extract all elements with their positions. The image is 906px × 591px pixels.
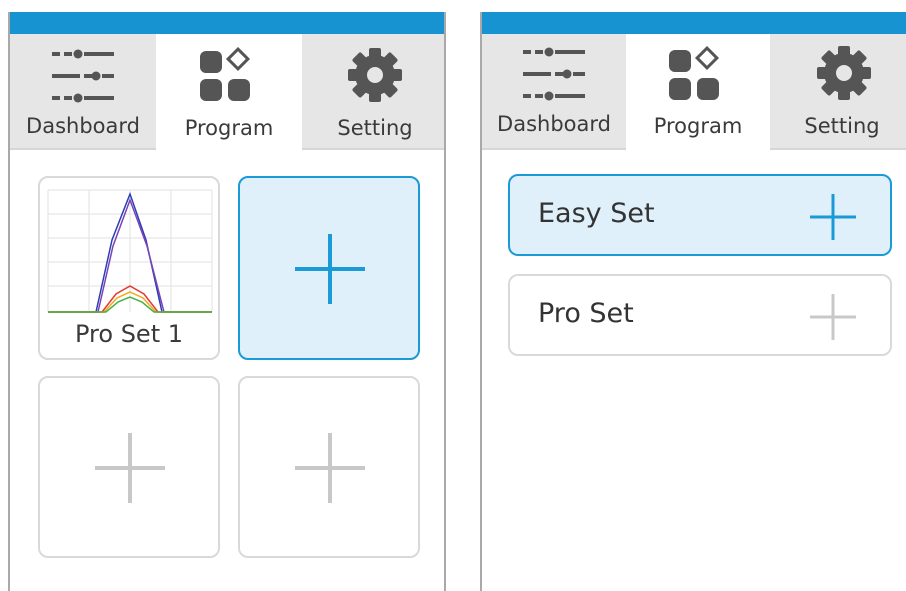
tab-setting-label: Setting	[804, 114, 880, 138]
plus-icon	[295, 234, 365, 304]
easy-set-label: Easy Set	[538, 198, 655, 229]
tab-program[interactable]: Program	[156, 34, 302, 150]
top-accent-bar	[10, 12, 444, 34]
tab-program-label: Program	[653, 114, 743, 138]
program-grid: Pro Set 1	[10, 150, 444, 591]
add-program-button[interactable]	[38, 376, 220, 558]
tab-dashboard-label: Dashboard	[26, 114, 140, 138]
program-panel-list: Dashboard Program Setting Easy Set Pro S…	[480, 12, 906, 591]
program-blocks-icon	[200, 47, 251, 101]
gear-icon	[348, 48, 402, 102]
tab-dashboard[interactable]: Dashboard	[10, 34, 156, 150]
tab-setting[interactable]: Setting	[770, 34, 906, 150]
gear-icon	[817, 46, 871, 100]
tab-program[interactable]: Program	[626, 34, 770, 150]
program-panel-grid: Dashboard Program Setting Pro Set 1	[8, 12, 446, 591]
tab-setting[interactable]: Setting	[302, 34, 444, 150]
program-curve-thumbnail	[47, 189, 213, 313]
plus-icon	[295, 433, 365, 503]
sliders-icon	[523, 47, 585, 101]
program-blocks-icon	[669, 46, 720, 100]
top-accent-bar	[482, 12, 906, 34]
plus-icon[interactable]	[810, 294, 856, 340]
pro-set-row[interactable]: Pro Set	[508, 274, 892, 356]
program-card-pro-set-1[interactable]: Pro Set 1	[38, 176, 220, 360]
tab-dashboard[interactable]: Dashboard	[482, 34, 626, 150]
pro-set-label: Pro Set	[538, 298, 634, 329]
tab-bar: Dashboard Program Setting	[482, 34, 906, 150]
add-program-button[interactable]	[238, 376, 420, 558]
plus-icon	[95, 433, 165, 503]
plus-icon[interactable]	[810, 194, 856, 240]
tab-program-label: Program	[184, 116, 274, 140]
easy-set-row[interactable]: Easy Set	[508, 174, 892, 256]
add-program-button-selected[interactable]	[238, 176, 420, 360]
tab-dashboard-label: Dashboard	[497, 112, 611, 136]
program-type-list: Easy Set Pro Set	[482, 150, 906, 591]
tab-setting-label: Setting	[337, 116, 413, 140]
program-card-label: Pro Set 1	[74, 320, 183, 348]
sliders-icon	[52, 49, 114, 103]
tab-bar: Dashboard Program Setting	[10, 34, 444, 150]
